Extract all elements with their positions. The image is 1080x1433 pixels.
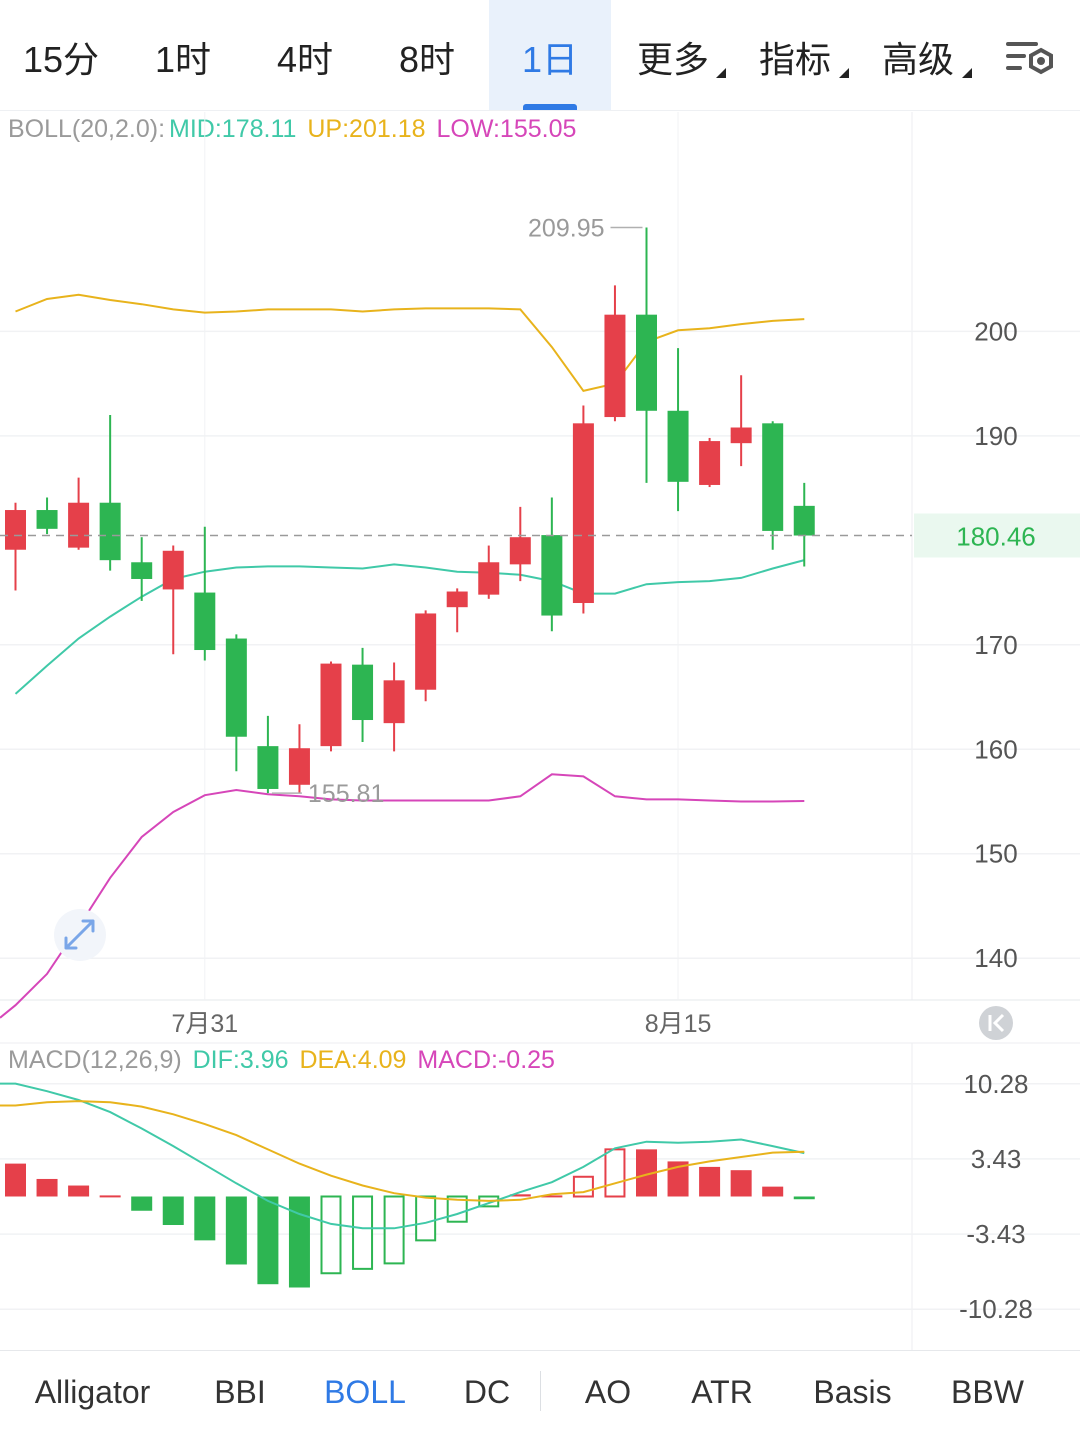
macd-histogram-bar [131,1196,153,1211]
candle-body [604,314,626,418]
candle-body [383,680,405,724]
macd-histogram-bar [257,1196,279,1285]
macd-axis-label: 10.28 [963,1069,1028,1099]
macd-histogram-bar [730,1170,752,1197]
indicator-tab-dc[interactable]: DC [427,1351,547,1428]
macd-histogram-bar [383,1195,405,1265]
low-marker-label: 155.81 [308,780,384,808]
indicator-tab-alligator[interactable]: Alligator [10,1351,175,1428]
macd-histogram-bar [68,1185,90,1197]
indicator-tab-ao[interactable]: AO [548,1351,668,1428]
macd-axis-label: -3.43 [966,1219,1025,1249]
candle-body [509,537,531,565]
current-price-label: 180.46 [956,522,1036,552]
candle-body [762,423,784,531]
high-marker-label: 209.95 [528,214,604,242]
indicator-tab-bbw[interactable]: BBW [925,1351,1050,1428]
date-axis-label: 8月15 [645,1010,712,1038]
macd-histogram-bar [225,1196,247,1265]
boll-low-line [0,773,805,1019]
boll-up-line [15,293,805,393]
macd-axis-label: 3.43 [971,1144,1022,1174]
candlestick-macd-chart[interactable]: 200 190 170 160 150 140 7月31 8月15 180.46 209.95 15… [0,0,1080,1350]
price-axis-label: 170 [974,630,1017,660]
indicator-bar: Alligator BBI BOLL DC AO ATR Basis BBW [0,1350,1080,1428]
macd-histogram-bar [762,1186,784,1197]
macd-histogram-bar [699,1166,721,1197]
indicator-tab-boll[interactable]: BOLL [305,1351,425,1428]
candle-body [478,562,500,595]
macd-histogram-bar [99,1195,121,1198]
candle-body [225,638,247,737]
candle-body [162,550,184,590]
date-axis-label: 7月31 [171,1010,238,1038]
candle-body [131,562,153,579]
macd-histogram-bar [352,1195,374,1270]
price-axis-label: 160 [974,734,1017,764]
price-axis-label: 200 [974,316,1017,346]
candle-body [541,535,563,616]
candle-body [36,510,58,529]
macd-histogram-bar [415,1195,437,1242]
candle-body [352,664,374,721]
macd-histogram-bar [5,1163,26,1197]
candle-body [99,502,121,561]
price-axis-label: 150 [974,839,1017,869]
candle-body [446,591,468,608]
candle-body [667,410,689,482]
indicator-tab-atr[interactable]: ATR [662,1351,782,1428]
candle-body [699,441,721,485]
macd-histogram-bar [320,1195,342,1275]
indicator-tab-bbi[interactable]: BBI [180,1351,300,1428]
macd-histogram-bar [604,1148,626,1198]
candle-body [730,427,752,444]
candle-body [68,502,90,548]
candle-body [636,314,657,411]
candle-body [257,746,279,789]
candle-body [5,510,26,550]
macd-histogram-bar [36,1178,58,1197]
indicator-tab-basis[interactable]: Basis [790,1351,915,1428]
expand-arrows-icon[interactable] [54,909,106,961]
candle-body [572,423,594,604]
macd-histogram-bar [793,1196,815,1200]
indicator-bar-divider [540,1371,541,1411]
candle-body [415,613,437,690]
boll-mid-line [14,559,805,695]
candle-body [320,663,342,747]
candle-body [793,505,815,536]
price-axis-label: 190 [974,421,1017,451]
price-axis-label: 140 [974,943,1017,973]
macd-axis-label: -10.28 [959,1294,1033,1324]
scroll-to-start-icon[interactable] [979,1006,1013,1040]
candle-body [288,748,310,785]
macd-histogram-bar [162,1196,184,1226]
candle-body [194,592,216,651]
macd-histogram-bar [194,1196,216,1241]
